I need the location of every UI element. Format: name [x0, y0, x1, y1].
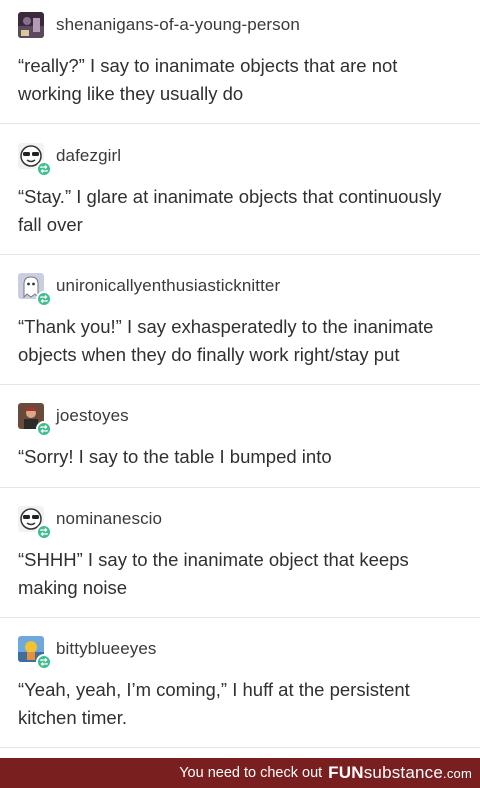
post-text: “SHHH” I say to the inanimate object tha… — [18, 549, 409, 598]
username[interactable]: shenanigans-of-a-young-person — [56, 15, 300, 35]
avatar[interactable] — [18, 12, 44, 38]
post-header: bittyblueeyes — [18, 634, 462, 670]
divider — [0, 487, 480, 488]
post-6: bittyblueeyes “Yeah, yeah, I’m coming,” … — [0, 634, 480, 732]
username[interactable]: bittyblueeyes — [56, 639, 157, 659]
username[interactable]: dafezgirl — [56, 146, 121, 166]
avatar[interactable] — [18, 273, 52, 307]
watermark-footer: You need to check out FUNsubstance.com — [0, 758, 480, 788]
post-header: shenanigans-of-a-young-person — [18, 10, 462, 40]
site-logo[interactable]: FUNsubstance.com — [328, 763, 472, 783]
reblog-icon — [36, 421, 52, 437]
post-header: dafezgirl — [18, 141, 462, 177]
post-text: “Yeah, yeah, I’m coming,” I huff at the … — [18, 679, 410, 728]
post-text: “really?” I say to inanimate objects tha… — [18, 55, 398, 104]
avatar[interactable] — [18, 636, 52, 670]
post-header: joestoyes — [18, 401, 462, 437]
logo-part-fun: FUN — [328, 763, 364, 782]
post-5: nominanescio “SHHH” I say to the inanima… — [0, 504, 480, 602]
avatar[interactable] — [18, 143, 52, 177]
post-2: dafezgirl “Stay.” I glare at inanimate o… — [0, 141, 480, 239]
reblog-icon — [36, 291, 52, 307]
post-text: “Sorry! I say to the table I bumped into — [18, 446, 332, 467]
username[interactable]: unironicallyenthusiasticknitter — [56, 276, 280, 296]
reblog-icon — [36, 654, 52, 670]
username[interactable]: joestoyes — [56, 406, 129, 426]
post-text: “Stay.” I glare at inanimate objects tha… — [18, 186, 442, 235]
logo-part-substance: substance — [363, 763, 444, 782]
reblog-icon — [36, 524, 52, 540]
post-4: joestoyes “Sorry! I say to the table I b… — [0, 401, 480, 471]
post-header: unironicallyenthusiasticknitter — [18, 271, 462, 307]
divider — [0, 747, 480, 748]
username[interactable]: nominanescio — [56, 509, 162, 529]
post-1: shenanigans-of-a-young-person “really?” … — [0, 10, 480, 108]
divider — [0, 254, 480, 255]
avatar[interactable] — [18, 403, 52, 437]
avatar[interactable] — [18, 506, 52, 540]
post-header: nominanescio — [18, 504, 462, 540]
divider — [0, 384, 480, 385]
divider — [0, 123, 480, 124]
reblog-icon — [36, 161, 52, 177]
divider — [0, 617, 480, 618]
post-3: unironicallyenthusiasticknitter “Thank y… — [0, 271, 480, 369]
logo-part-tld: .com — [443, 766, 472, 781]
post-text: “Thank you!” I say exhasperatedly to the… — [18, 316, 434, 365]
dark-photo-avatar-icon — [18, 12, 44, 38]
footer-message: You need to check out — [179, 765, 323, 781]
